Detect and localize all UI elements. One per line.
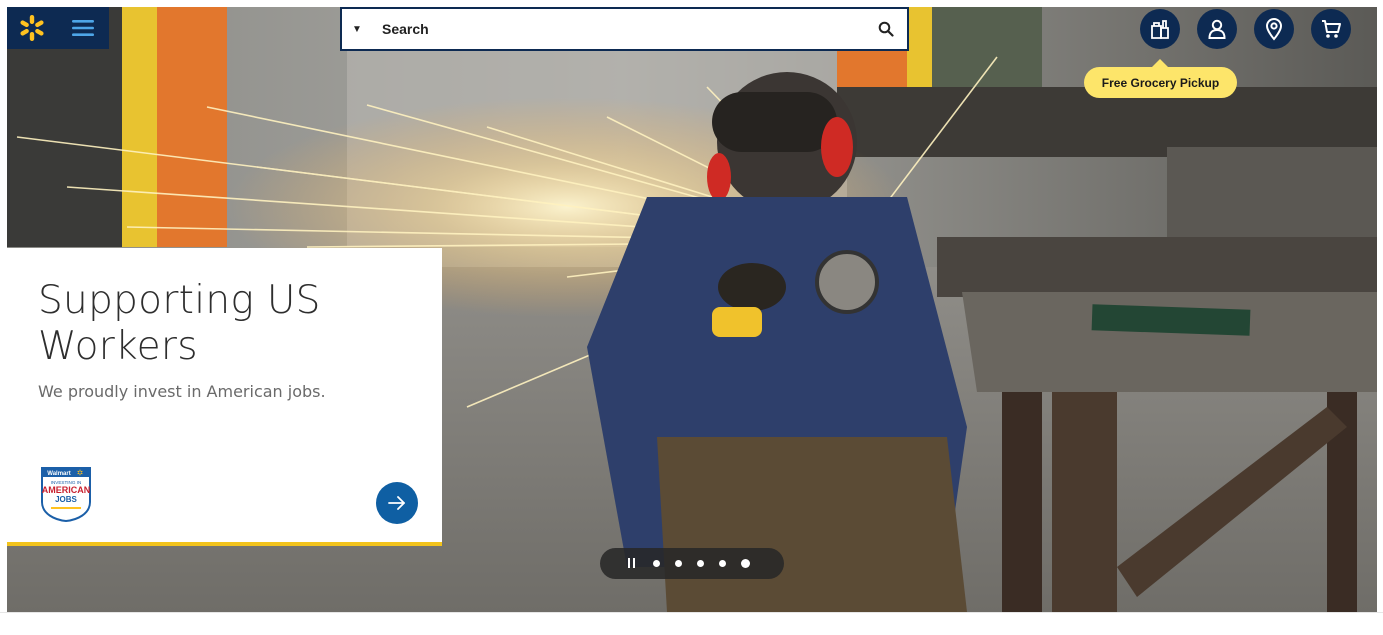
carousel-dot[interactable] <box>675 560 682 567</box>
carousel-dot[interactable] <box>653 560 660 567</box>
grocery-pickup-tooltip: Free Grocery Pickup <box>1084 59 1237 98</box>
search-input[interactable] <box>372 9 865 49</box>
carousel-dot[interactable] <box>697 560 704 567</box>
search-icon <box>878 21 894 37</box>
department-dropdown[interactable]: ▼ <box>342 9 372 49</box>
carousel-dot[interactable] <box>719 560 726 567</box>
promo-next-button[interactable] <box>376 482 418 524</box>
hero-banner: ▼ Free Gr <box>7 7 1377 612</box>
pause-icon-bar <box>628 557 630 568</box>
spark-icon <box>20 15 44 41</box>
badge-brand: Walmart <box>47 471 70 477</box>
promo-subtitle: We proudly invest in American jobs. <box>38 382 326 401</box>
carousel-controls <box>600 548 784 579</box>
location-pin-icon <box>1265 18 1283 41</box>
hamburger-menu-icon <box>72 20 94 36</box>
search-bar: ▼ <box>340 7 909 51</box>
store-finder-button[interactable] <box>1254 9 1294 49</box>
promo-card: Supporting US Workers We proudly invest … <box>7 248 442 546</box>
user-icon <box>1208 19 1226 39</box>
pause-icon-bar <box>633 557 635 568</box>
caret-down-icon: ▼ <box>352 23 362 35</box>
pause-button[interactable] <box>628 557 638 570</box>
american-jobs-badge: Walmart INVESTING IN AMERICAN JOBS <box>41 467 91 522</box>
cart-icon <box>1322 20 1341 38</box>
page-below-fold <box>0 612 1383 635</box>
account-button[interactable] <box>1197 9 1237 49</box>
search-button[interactable] <box>865 9 907 49</box>
menu-button[interactable] <box>57 7 109 49</box>
promo-title: Supporting US Workers <box>38 278 321 369</box>
carousel-dot[interactable] <box>741 559 750 568</box>
header-left <box>7 7 109 49</box>
grocery-pickup-button[interactable] <box>1140 9 1180 49</box>
badge-line2: AMERICAN <box>42 485 91 495</box>
walmart-spark-logo[interactable] <box>7 7 57 49</box>
grocery-bag-icon <box>1151 20 1169 39</box>
cart-button[interactable] <box>1311 9 1351 49</box>
badge-line3: JOBS <box>55 495 77 504</box>
arrow-right-icon <box>388 496 405 510</box>
tooltip-text: Free Grocery Pickup <box>1101 75 1220 90</box>
